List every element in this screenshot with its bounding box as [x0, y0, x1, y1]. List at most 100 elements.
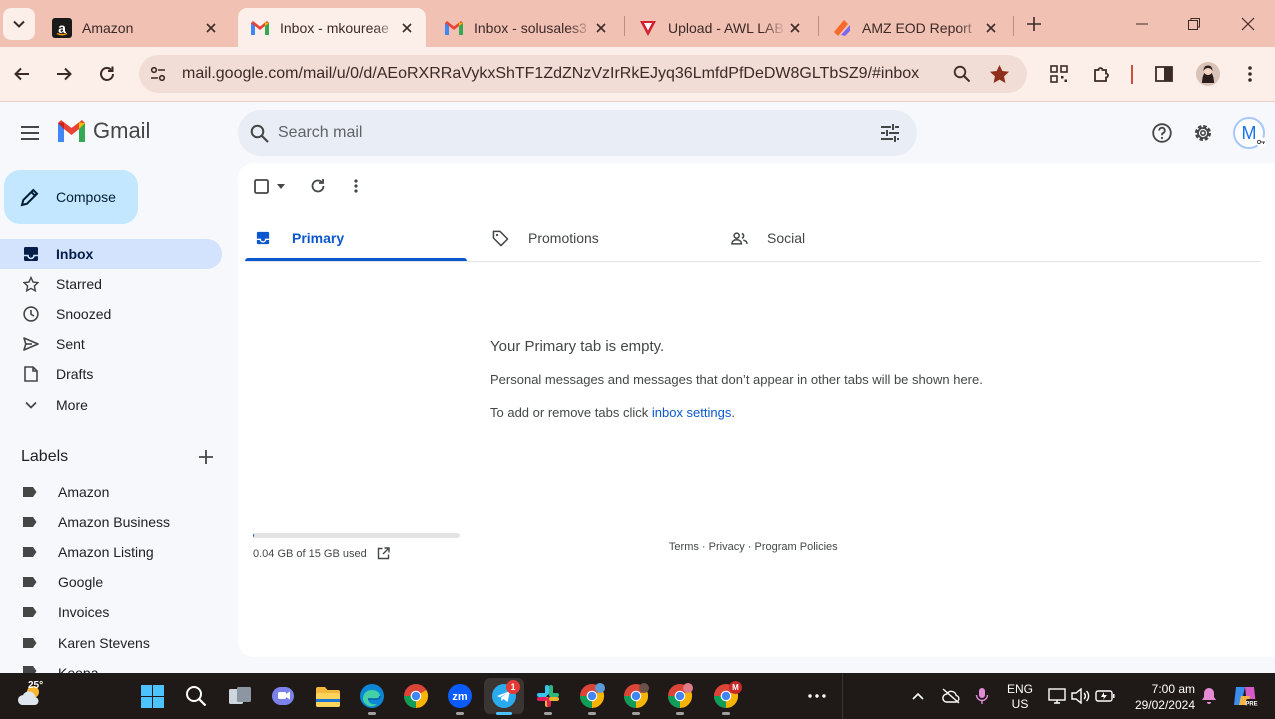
close-icon[interactable]: [982, 19, 1000, 37]
settings-button[interactable]: [1183, 113, 1223, 153]
bell-icon: [1202, 688, 1216, 704]
slack-button[interactable]: [533, 681, 563, 715]
sidebar-item-inbox[interactable]: Inbox: [0, 239, 222, 269]
select-all-checkbox[interactable]: [254, 176, 288, 196]
privacy-link[interactable]: Privacy: [709, 541, 745, 553]
chevron-up-icon: [912, 692, 924, 700]
main-menu-button[interactable]: [10, 113, 50, 153]
compose-button[interactable]: Compose: [4, 170, 138, 224]
reload-button[interactable]: [91, 58, 123, 90]
refresh-button[interactable]: [308, 176, 328, 196]
search-icon[interactable]: [250, 124, 269, 143]
task-view-button[interactable]: [225, 681, 255, 711]
file-explorer-button[interactable]: [313, 681, 343, 711]
terms-link[interactable]: Terms: [669, 541, 699, 553]
qr-code-button[interactable]: [1043, 58, 1075, 90]
inbox-settings-link[interactable]: inbox settings: [652, 405, 732, 420]
arrow-right-icon: [57, 67, 72, 81]
forward-button[interactable]: [48, 58, 80, 90]
program-policies-link[interactable]: Program Policies: [755, 541, 838, 553]
clock[interactable]: 7:00 am 29/02/2024: [1125, 681, 1195, 713]
zoom-app-button[interactable]: zm: [445, 681, 475, 715]
battery-status[interactable]: [1090, 681, 1120, 711]
address-bar[interactable]: mail.google.com/mail/u/0/d/AEoRXRRaVykxS…: [139, 55, 1027, 93]
weather-widget[interactable]: 25°: [14, 680, 48, 711]
sidebar-item-more[interactable]: More: [0, 390, 222, 420]
label-item-karen-stevens[interactable]: Karen Stevens: [0, 628, 222, 658]
edge-button[interactable]: [357, 681, 387, 715]
taskbar-search-button[interactable]: [181, 681, 211, 711]
show-hidden-icons-button[interactable]: [903, 681, 933, 711]
chrome-profile-button[interactable]: [665, 681, 695, 715]
open-in-new-icon[interactable]: [377, 547, 390, 560]
label-item-keepa[interactable]: Keepa: [0, 658, 222, 673]
restore-button[interactable]: [1178, 8, 1210, 40]
create-label-button[interactable]: [194, 445, 218, 469]
chrome-button[interactable]: [401, 681, 431, 711]
microphone-status[interactable]: [967, 681, 997, 711]
sidebar-item-sent[interactable]: Sent: [0, 329, 222, 359]
start-button[interactable]: [137, 681, 167, 711]
label-name: Google: [58, 574, 104, 590]
chrome-profile-button[interactable]: [621, 681, 651, 715]
close-icon[interactable]: [202, 19, 220, 37]
label-item-google[interactable]: Google: [0, 567, 222, 597]
search-input[interactable]: [278, 110, 838, 156]
side-panel-button[interactable]: [1148, 58, 1180, 90]
copilot-button[interactable]: PRE: [1230, 681, 1260, 711]
google-account-avatar[interactable]: M: [1233, 117, 1266, 149]
support-button[interactable]: [1142, 113, 1182, 153]
chrome-icon: [580, 683, 605, 708]
cloud-sync-status[interactable]: [936, 681, 966, 711]
sidebar-item-drafts[interactable]: Drafts: [0, 359, 222, 389]
arrow-left-icon: [14, 67, 29, 81]
browser-tab-amz-eod-report[interactable]: AMZ EOD Report: [820, 8, 1010, 47]
taskbar-overflow-button[interactable]: [802, 681, 832, 711]
label-item-amazon-business[interactable]: Amazon Business: [0, 507, 222, 537]
tab-search-button[interactable]: [3, 8, 35, 40]
browser-menu-button[interactable]: [1234, 58, 1266, 90]
bookmark-star-icon[interactable]: [989, 64, 1010, 84]
label-item-amazon-listing[interactable]: Amazon Listing: [0, 537, 222, 567]
browser-tab-inbox-solusales[interactable]: Inbox - solusales3: [432, 8, 620, 47]
close-icon[interactable]: [398, 19, 416, 37]
storage-usage[interactable]: 0.04 GB of 15 GB used: [253, 547, 390, 560]
chrome-profile-button[interactable]: [577, 681, 607, 715]
more-actions-button[interactable]: [346, 176, 366, 196]
tab-promotions[interactable]: Promotions: [492, 214, 702, 262]
running-indicator: [676, 712, 684, 715]
tab-social[interactable]: Social: [731, 214, 941, 262]
back-button[interactable]: [6, 58, 38, 90]
gmail-logo-icon: [58, 120, 85, 142]
search-options-icon[interactable]: [880, 124, 900, 142]
minimize-button[interactable]: [1126, 8, 1158, 40]
sidebar-item-snoozed[interactable]: Snoozed: [0, 299, 222, 329]
label-item-amazon[interactable]: Amazon: [0, 477, 222, 507]
tab-primary[interactable]: Primary: [256, 214, 466, 262]
input-language-indicator[interactable]: ENG US: [1006, 682, 1034, 712]
teams-chat-button[interactable]: [268, 681, 298, 711]
close-window-button[interactable]: [1232, 8, 1264, 40]
label-icon: [22, 576, 38, 588]
browser-tab-inbox-mkoureae[interactable]: Inbox - mkoureae: [238, 8, 426, 47]
zoom-icon[interactable]: [953, 65, 971, 83]
profile-button[interactable]: [1192, 58, 1224, 90]
new-tab-button[interactable]: [1018, 8, 1050, 40]
extensions-button[interactable]: [1086, 58, 1118, 90]
gmail-logo-text: Gmail: [93, 118, 151, 143]
gmail-logo[interactable]: Gmail: [56, 118, 150, 144]
browser-tab-amazon[interactable]: a Amazon: [40, 8, 230, 47]
chrome-profile-button[interactable]: M: [711, 681, 742, 715]
label-name: Keepa: [58, 665, 99, 673]
notification-badge: 1: [506, 680, 520, 694]
notifications-button[interactable]: [1194, 681, 1224, 711]
label-item-invoices[interactable]: Invoices: [0, 597, 222, 627]
chevron-down-icon: [13, 20, 25, 28]
hamburger-menu-icon: [21, 126, 39, 140]
close-icon[interactable]: [786, 19, 804, 37]
site-settings-icon[interactable]: [149, 65, 167, 83]
close-icon[interactable]: [592, 19, 610, 37]
browser-tab-upload-awl[interactable]: Upload - AWL LAB: [626, 8, 814, 47]
telegram-button[interactable]: 1: [484, 678, 524, 715]
sidebar-item-starred[interactable]: Starred: [0, 269, 222, 299]
